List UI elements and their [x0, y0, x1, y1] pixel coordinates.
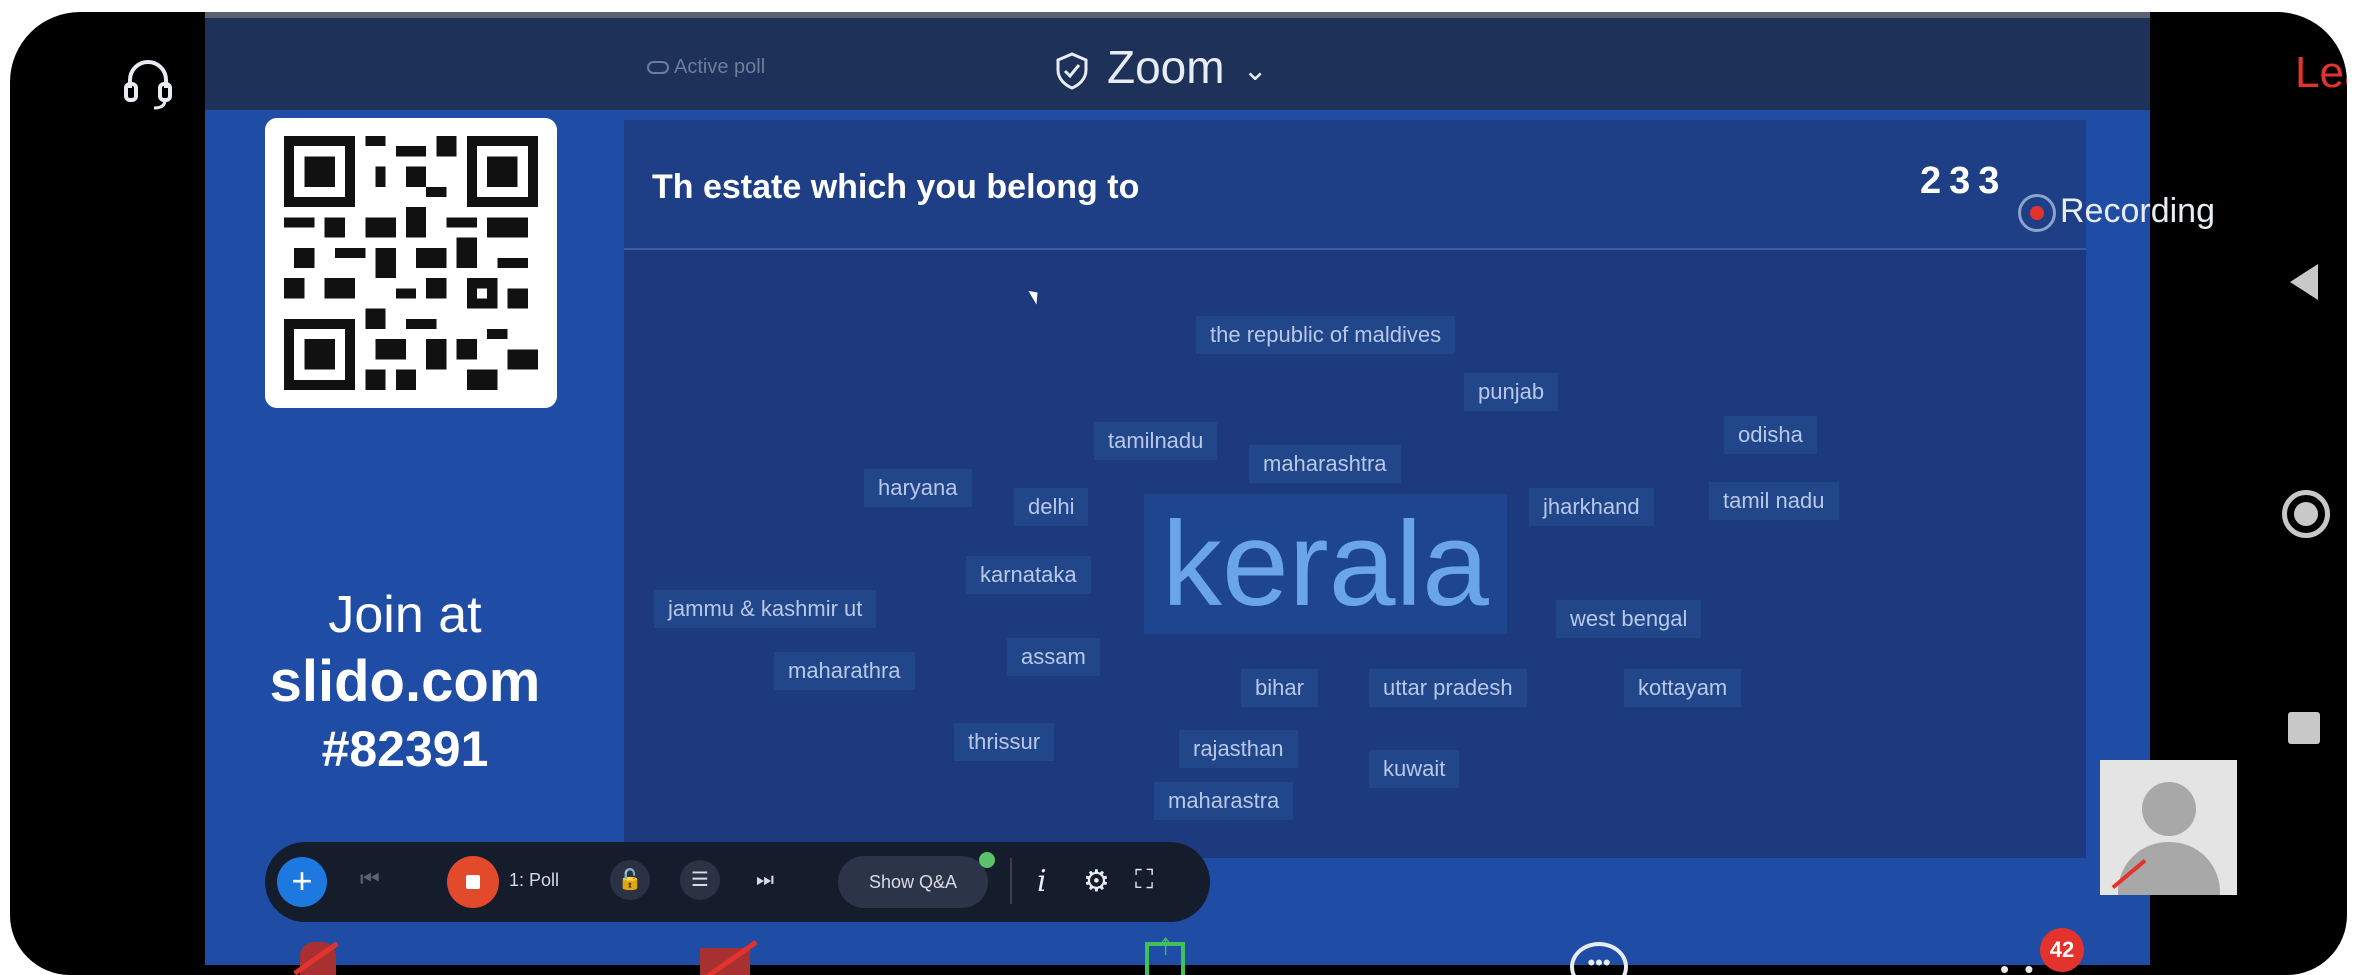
join-site: slido.com — [269, 649, 541, 714]
gear-icon[interactable]: ⚙ — [1083, 864, 1110, 899]
android-recents-icon[interactable] — [2288, 712, 2320, 744]
android-back-icon[interactable] — [2290, 264, 2318, 300]
join-label: Join at — [328, 586, 482, 644]
lock-icon[interactable]: 🔓 — [610, 860, 650, 900]
recording-label: Recording — [2060, 192, 2215, 230]
zoom-top-bar: Active poll Zoom ⌄ Leave — [205, 12, 2347, 110]
slido-control-bar: + ⏮ 1: Poll 🔓 ☰ ⏭ Show Q&A i ⚙ ⛶ — [265, 842, 1210, 922]
top-divider — [205, 12, 2150, 18]
word-cloud-item: karnataka — [966, 556, 1091, 594]
chevron-down-icon: ⌄ — [1242, 54, 1268, 88]
record-icon — [2018, 194, 2056, 233]
next-icon[interactable]: ⏭ — [745, 860, 785, 900]
notification-badge: 42 — [2040, 928, 2084, 972]
word-cloud-item: odisha — [1724, 416, 1817, 454]
share-arrow-icon: ↑ — [1158, 928, 1173, 961]
info-icon[interactable]: i — [1037, 864, 1047, 899]
word-cloud-item: bihar — [1241, 669, 1318, 707]
self-video-thumbnail[interactable] — [2100, 760, 2237, 895]
more-icon[interactable]: • • — [2000, 954, 2037, 975]
fullscreen-icon[interactable]: ⛶ — [1135, 864, 1153, 896]
poll-panel: Th estate which you belong to 233 the re… — [624, 120, 2086, 858]
word-cloud-item: haryana — [864, 469, 972, 507]
results-icon[interactable]: ☰ — [680, 860, 720, 900]
previous-icon[interactable]: ⏮ — [360, 866, 380, 892]
shared-slide: Join at slido.com #82391 Th estate which… — [205, 110, 2150, 965]
word-cloud-item: thrissur — [954, 723, 1055, 761]
zoom-bottom-toolbar: ↑ ••• • • 42 — [10, 928, 2347, 975]
phone-screen: Active poll Zoom ⌄ Leave — [10, 12, 2347, 975]
headset-icon[interactable] — [118, 54, 178, 114]
qa-status-dot — [979, 852, 995, 868]
word-cloud-item-top: kerala — [1144, 494, 1507, 634]
word-cloud-item: kuwait — [1369, 750, 1460, 788]
recording-indicator[interactable]: Recording — [2018, 192, 2215, 233]
qr-code-image — [284, 136, 538, 390]
active-poll-label: Active poll — [674, 56, 766, 78]
divider — [1010, 858, 1012, 904]
stop-button[interactable] — [447, 856, 499, 908]
word-cloud-item: delhi — [1014, 488, 1089, 526]
meeting-title: Zoom — [1107, 41, 1225, 93]
active-poll-indicator: Active poll — [647, 56, 765, 79]
show-qa-button[interactable]: Show Q&A — [838, 856, 988, 908]
word-cloud-item: punjab — [1464, 373, 1559, 411]
join-code: #82391 — [321, 721, 489, 777]
add-button[interactable]: + — [277, 857, 327, 907]
poll-question: Th estate which you belong to — [652, 168, 1140, 206]
current-poll-label: 1: Poll — [509, 870, 560, 890]
word-cloud-item: assam — [1007, 638, 1100, 676]
word-cloud-item: jammu & kashmir ut — [654, 590, 877, 628]
word-cloud-item: uttar pradesh — [1369, 669, 1527, 707]
word-cloud-item: west bengal — [1556, 600, 1702, 638]
qr-code — [265, 118, 557, 408]
word-cloud-item: maharastra — [1154, 782, 1294, 820]
word-cloud-item: rajasthan — [1179, 730, 1298, 768]
chat-icon[interactable]: ••• — [1570, 942, 1628, 975]
mouse-cursor — [1028, 287, 1043, 305]
word-cloud-item: tamilnadu — [1094, 422, 1218, 460]
poll-header: Th estate which you belong to 233 — [624, 120, 2086, 250]
android-home-icon[interactable] — [2282, 490, 2330, 538]
vote-count: 233 — [1920, 160, 2008, 202]
cloud-icon — [647, 61, 669, 75]
leave-button[interactable]: Leave — [2295, 48, 2347, 98]
word-cloud-item: maharathra — [774, 652, 915, 690]
word-cloud-item: tamil nadu — [1709, 482, 1839, 520]
word-cloud-item: kottayam — [1624, 669, 1742, 707]
word-cloud-item: the republic of maldives — [1196, 316, 1456, 354]
meeting-title-dropdown[interactable]: Zoom ⌄ — [1055, 40, 1268, 94]
word-cloud-item: maharashtra — [1249, 445, 1401, 483]
avatar-head — [2142, 782, 2196, 836]
word-cloud-item: jharkhand — [1529, 488, 1654, 526]
shield-check-icon — [1056, 52, 1088, 90]
